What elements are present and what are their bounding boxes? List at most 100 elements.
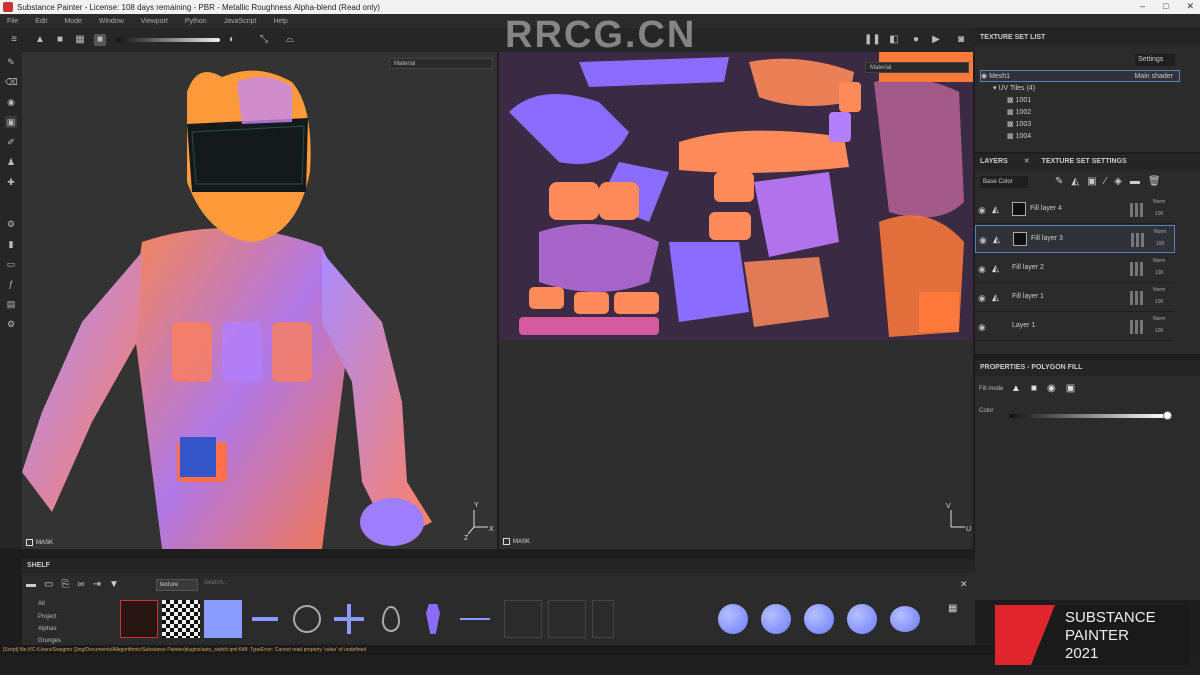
channel-select[interactable]: Base Color — [980, 176, 1028, 188]
blend-mode[interactable]: Norm — [1154, 229, 1166, 235]
texture-set-row[interactable]: ◉ Mesh1 Main shader — [980, 70, 1180, 82]
document-icon[interactable]: ▤ — [5, 298, 17, 310]
maximize-icon[interactable]: □ — [1163, 1, 1168, 12]
menu-file[interactable]: File — [7, 18, 18, 25]
grid-view-icon[interactable]: ▦ — [948, 603, 957, 614]
viewport-2d[interactable]: Material — [499, 52, 973, 340]
minimize-icon[interactable]: – — [1140, 1, 1145, 12]
tab-texture-set-settings[interactable]: TEXTURE SET SETTINGS — [1042, 158, 1127, 165]
cube-icon[interactable]: ◧ — [888, 34, 900, 46]
shelf-item-thumbnail[interactable] — [548, 600, 586, 638]
layer-row[interactable]: ◉ ◭ Fill layer 1 Norm 100 — [975, 284, 1175, 312]
layer-opacity[interactable]: 100 — [1155, 211, 1163, 217]
export-icon[interactable]: ⇥ — [93, 579, 109, 590]
viewport-3d[interactable]: Y X Z Material MASK — [22, 52, 497, 549]
shelf-item-thumbnail[interactable] — [757, 600, 795, 638]
uv-tile-1001[interactable]: ▦ 1001 — [1007, 95, 1177, 107]
settings-gear-icon[interactable]: ⚙ — [5, 218, 17, 230]
brightness-slider[interactable] — [116, 38, 220, 42]
shelf-category-project[interactable]: Project — [38, 614, 57, 620]
paint-layer-icon[interactable]: ✎ — [1055, 176, 1071, 187]
blend-mode[interactable]: Norm — [1153, 258, 1165, 264]
tab-layers[interactable]: LAYERS — [980, 158, 1008, 165]
fill-layer-icon[interactable]: ◭ — [1071, 176, 1087, 187]
shelf-item-thumbnail[interactable] — [246, 600, 284, 638]
bake-icon[interactable]: ▮ — [5, 238, 17, 250]
import-icon[interactable]: ⎘ — [61, 579, 77, 590]
viewport-3d-channel-dropdown[interactable]: Material — [389, 58, 493, 69]
blend-mode[interactable]: Norm — [1153, 316, 1165, 322]
layer-opacity[interactable]: 100 — [1155, 270, 1163, 276]
square-fill-icon[interactable]: ■ — [94, 34, 106, 46]
layer-opacity[interactable]: 100 — [1155, 299, 1163, 305]
mask-toggle-3d[interactable]: MASK — [26, 539, 53, 546]
fill-triangle-icon[interactable]: ▲ — [1011, 383, 1031, 394]
folder-icon[interactable]: ▬ — [26, 579, 44, 590]
python-icon[interactable]: ƒ — [5, 278, 17, 290]
link-icon[interactable]: ∞ — [77, 579, 92, 590]
plugin-gear-icon[interactable]: ⚙ — [5, 318, 17, 330]
effect-icon[interactable]: ◈ — [1114, 176, 1130, 187]
shelf-item-thumbnail[interactable] — [330, 600, 368, 638]
layer-row[interactable]: ◉ ◭ Fill layer 2 Norm 100 — [975, 255, 1175, 283]
triangle-icon[interactable]: ▲ — [34, 34, 46, 46]
shelf-item-thumbnail[interactable] — [372, 600, 410, 638]
filter-icon[interactable]: ▼ — [109, 579, 127, 590]
filter-icon[interactable]: ⁄ — [1105, 176, 1115, 187]
half-circle-icon[interactable]: ◐ — [226, 34, 238, 46]
blend-mode[interactable]: Norm — [1153, 199, 1165, 205]
shelf-item-thumbnail[interactable] — [504, 600, 542, 638]
shelf-item-thumbnail[interactable] — [800, 600, 838, 638]
smudge-icon[interactable]: ✐ — [5, 136, 17, 148]
video-icon[interactable]: ▶ — [930, 34, 942, 46]
mask-icon[interactable]: ▣ — [1087, 176, 1104, 187]
settings-dropdown[interactable]: Settings — [1135, 54, 1175, 66]
shelf-item-thumbnail[interactable] — [714, 600, 752, 638]
fill-mesh-icon[interactable]: ◉ — [1047, 383, 1066, 394]
shelf-item-thumbnail[interactable] — [456, 600, 494, 638]
viewport-2d-channel-dropdown[interactable]: Material — [865, 62, 969, 73]
shelf-item-thumbnail[interactable] — [886, 600, 924, 638]
picker-icon[interactable]: ✚ — [5, 176, 17, 188]
symmetry-icon[interactable]: ⤡ — [258, 34, 270, 46]
shelf-item-thumbnail[interactable] — [120, 600, 158, 638]
camera-icon[interactable]: ◙ — [955, 34, 967, 46]
eraser-icon[interactable]: ⌫ — [5, 76, 18, 88]
eye-icon[interactable]: ◉ — [979, 235, 987, 246]
grid-icon[interactable]: ▦ — [74, 34, 86, 46]
eye-icon[interactable]: ◉ — [978, 264, 986, 275]
menu-mode[interactable]: Mode — [64, 18, 82, 25]
shelf-category-all[interactable]: All — [38, 601, 45, 607]
layer-opacity[interactable]: 100 — [1155, 328, 1163, 334]
new-folder-icon[interactable]: ▭ — [44, 579, 61, 590]
uv-tiles-row[interactable]: ▾ UV Tiles (4) — [993, 83, 1163, 95]
shelf-search[interactable]: Search... — [204, 580, 228, 586]
layer-row[interactable]: ◉ ◭ Fill layer 4 Norm 100 — [975, 196, 1175, 224]
camera-dome-icon[interactable]: ⌓ — [284, 34, 296, 46]
menu-icon[interactable]: ≡ — [8, 34, 20, 46]
layer-row[interactable]: ◉ Layer 1 Norm 100 — [975, 313, 1175, 341]
filter-chip[interactable]: texture — [156, 579, 198, 591]
shelf-item-thumbnail[interactable] — [414, 600, 452, 638]
pause-icon[interactable]: ❚❚ — [864, 34, 881, 46]
blend-mode[interactable]: Norm — [1153, 287, 1165, 293]
shelf-category-alphas[interactable]: Alphas — [38, 626, 56, 632]
display-icon[interactable]: ▭ — [5, 258, 17, 270]
menu-help[interactable]: Help — [273, 18, 287, 25]
trash-icon[interactable]: 🗑 — [1148, 176, 1169, 187]
brush-icon[interactable]: ✎ — [5, 56, 17, 68]
shelf-category-grunges[interactable]: Grunges — [38, 638, 61, 644]
shelf-item-thumbnail[interactable] — [288, 600, 326, 638]
shelf-item-thumbnail[interactable] — [162, 600, 200, 638]
eye-icon[interactable]: ◉ — [978, 322, 986, 333]
clear-search-icon[interactable]: ✕ — [960, 579, 968, 590]
clone-icon[interactable]: ♟ — [5, 156, 17, 168]
layer-row-selected[interactable]: ◉ ◭ Fill layer 3 Norm 100 — [975, 225, 1175, 253]
uv-tile-1004[interactable]: ▦ 1004 — [1007, 131, 1177, 143]
sphere-icon[interactable]: ● — [910, 34, 922, 46]
polygon-fill-icon[interactable]: ▣ — [5, 116, 17, 128]
color-slider[interactable] — [1009, 414, 1165, 418]
color-swatch[interactable] — [1163, 411, 1172, 420]
menu-window[interactable]: Window — [99, 18, 124, 25]
close-icon[interactable]: ✕ — [1186, 1, 1194, 12]
